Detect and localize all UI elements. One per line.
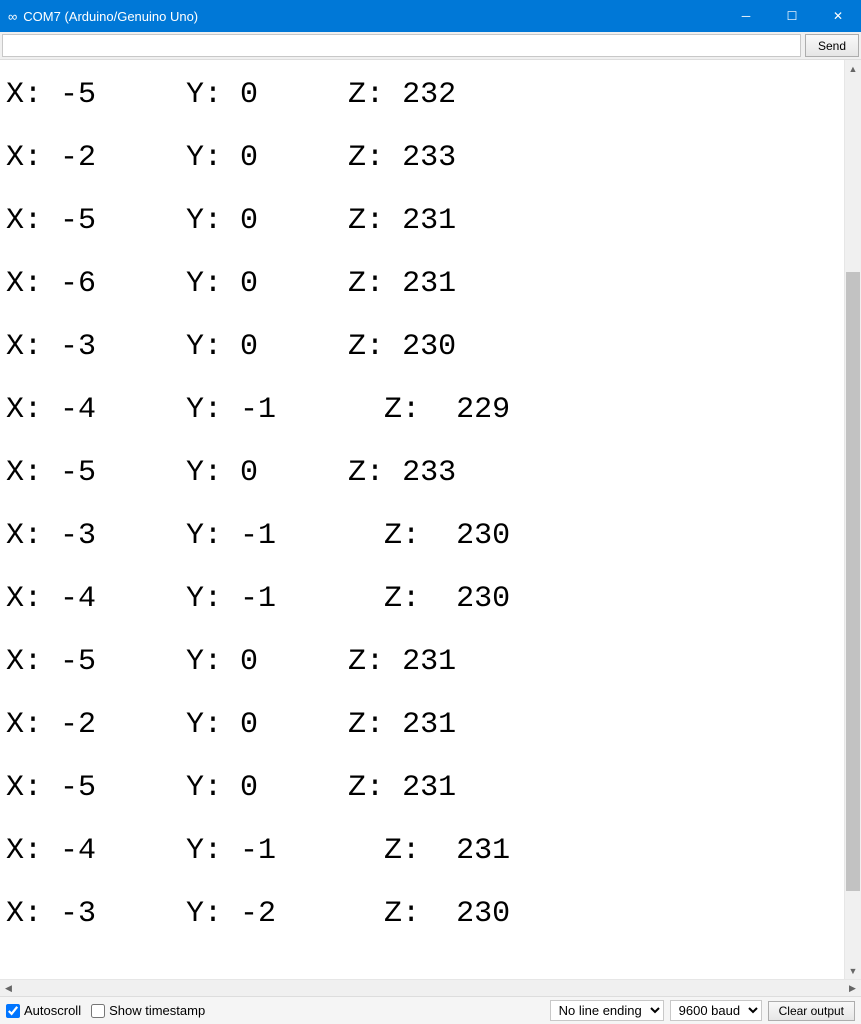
baud-select[interactable]: 9600 baud (670, 1000, 762, 1021)
scroll-up-icon[interactable]: ▲ (845, 60, 861, 77)
maximize-button[interactable]: ☐ (769, 0, 815, 32)
vscroll-thumb[interactable] (846, 272, 860, 892)
vertical-scrollbar[interactable]: ▲ ▼ (844, 60, 861, 979)
timestamp-checkbox[interactable]: Show timestamp (91, 1003, 205, 1018)
arduino-icon: ∞ (8, 10, 17, 23)
statusbar: Autoscroll Show timestamp No line ending… (0, 996, 861, 1024)
titlebar: ∞ COM7 (Arduino/Genuino Uno) ─ ☐ ✕ (0, 0, 861, 32)
minimize-button[interactable]: ─ (723, 0, 769, 32)
serial-output[interactable]: X: -5 Y: 0 Z: 232 X: -2 Y: 0 Z: 233 X: -… (0, 60, 861, 979)
scroll-down-icon[interactable]: ▼ (845, 962, 861, 979)
send-button[interactable]: Send (805, 34, 859, 57)
vscroll-track[interactable] (845, 77, 861, 962)
timestamp-input[interactable] (91, 1004, 105, 1018)
autoscroll-input[interactable] (6, 1004, 20, 1018)
autoscroll-label: Autoscroll (24, 1003, 81, 1018)
horizontal-scrollbar[interactable]: ◀ ▶ (0, 979, 861, 996)
hscroll-track[interactable] (17, 980, 844, 996)
serial-input[interactable] (2, 34, 801, 57)
line-ending-select[interactable]: No line ending (550, 1000, 664, 1021)
autoscroll-checkbox[interactable]: Autoscroll (6, 1003, 81, 1018)
output-area: X: -5 Y: 0 Z: 232 X: -2 Y: 0 Z: 233 X: -… (0, 60, 861, 996)
scroll-right-icon[interactable]: ▶ (844, 980, 861, 996)
scroll-left-icon[interactable]: ◀ (0, 980, 17, 996)
clear-output-button[interactable]: Clear output (768, 1001, 855, 1021)
close-button[interactable]: ✕ (815, 0, 861, 32)
send-toolbar: Send (0, 32, 861, 60)
timestamp-label: Show timestamp (109, 1003, 205, 1018)
window-title: COM7 (Arduino/Genuino Uno) (23, 9, 198, 24)
